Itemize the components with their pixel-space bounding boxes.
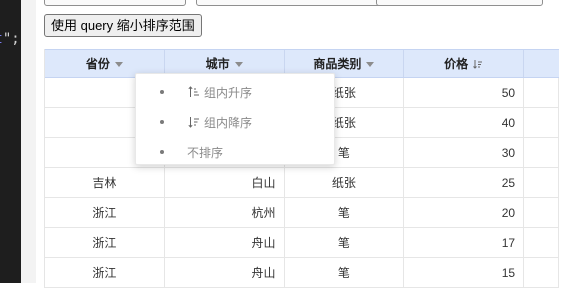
header-filler bbox=[524, 50, 559, 77]
menu-item-sort-desc[interactable]: 组内降序 bbox=[136, 107, 334, 137]
menu-item-label: 不排序 bbox=[187, 145, 224, 160]
cell-city: 舟山 bbox=[165, 228, 285, 257]
header-price-label: 价格 bbox=[444, 57, 469, 71]
cell-filler bbox=[524, 168, 559, 197]
cell-province: 吉林 bbox=[45, 168, 165, 197]
cell-category: 笔 bbox=[285, 198, 405, 227]
sort-icon[interactable] bbox=[473, 59, 483, 69]
cell-filler bbox=[524, 228, 559, 257]
menu-item-no-sort[interactable]: 不排序 bbox=[136, 137, 334, 167]
cell-filler bbox=[524, 198, 559, 227]
header-price[interactable]: 价格 bbox=[404, 50, 525, 77]
chevron-down-icon[interactable] bbox=[114, 61, 123, 67]
cell-province: 浙江 bbox=[45, 198, 165, 227]
use-query-button[interactable]: 使用 query 缩小排序范围 bbox=[44, 14, 202, 37]
top-control-stub-1[interactable] bbox=[44, 0, 186, 6]
cell-price: 50 bbox=[404, 78, 525, 107]
code-editor-strip: ct"; bbox=[0, 0, 21, 283]
bullet-icon bbox=[160, 150, 164, 154]
sort-ascending-icon bbox=[188, 86, 199, 97]
cell-price: 17 bbox=[404, 228, 525, 257]
cell-price: 40 bbox=[404, 108, 525, 137]
bullet-icon bbox=[160, 90, 164, 94]
cell-city: 白山 bbox=[165, 168, 285, 197]
sort-descending-icon bbox=[188, 117, 199, 128]
table-row: 浙江 杭州 笔 20 bbox=[45, 198, 559, 228]
header-category-label: 商品类别 bbox=[313, 57, 362, 71]
menu-item-sort-asc[interactable]: 组内升序 bbox=[136, 77, 334, 107]
sort-dropdown-menu: 组内升序 组内降序 不排序 bbox=[135, 73, 335, 165]
header-city-label: 城市 bbox=[205, 57, 230, 71]
table-row: 浙江 舟山 笔 17 bbox=[45, 228, 559, 258]
header-province-label: 省份 bbox=[85, 57, 110, 71]
chevron-down-icon[interactable] bbox=[234, 61, 243, 67]
cell-filler bbox=[524, 78, 559, 107]
bullet-icon bbox=[160, 120, 164, 124]
table-row: 浙江 舟山 笔 15 bbox=[45, 258, 559, 288]
code-semicolon: ; bbox=[11, 31, 20, 47]
cell-filler bbox=[524, 108, 559, 137]
cell-price: 20 bbox=[404, 198, 525, 227]
cell-city: 杭州 bbox=[165, 198, 285, 227]
code-snippet: ct"; bbox=[0, 31, 20, 47]
cell-price: 25 bbox=[404, 168, 525, 197]
cell-category: 纸张 bbox=[285, 168, 405, 197]
menu-item-label: 组内降序 bbox=[204, 115, 253, 130]
menu-item-label: 组内升序 bbox=[204, 85, 253, 100]
top-control-stub-3[interactable] bbox=[376, 0, 543, 6]
top-control-stub-2[interactable] bbox=[196, 0, 393, 6]
table-row: 吉林 白山 纸张 25 bbox=[45, 168, 559, 198]
cell-province: 浙江 bbox=[45, 228, 165, 257]
chevron-down-icon[interactable] bbox=[366, 61, 375, 67]
cell-category: 笔 bbox=[285, 228, 405, 257]
editor-gutter bbox=[21, 0, 36, 283]
cell-price: 30 bbox=[404, 138, 525, 167]
cell-filler bbox=[524, 138, 559, 167]
